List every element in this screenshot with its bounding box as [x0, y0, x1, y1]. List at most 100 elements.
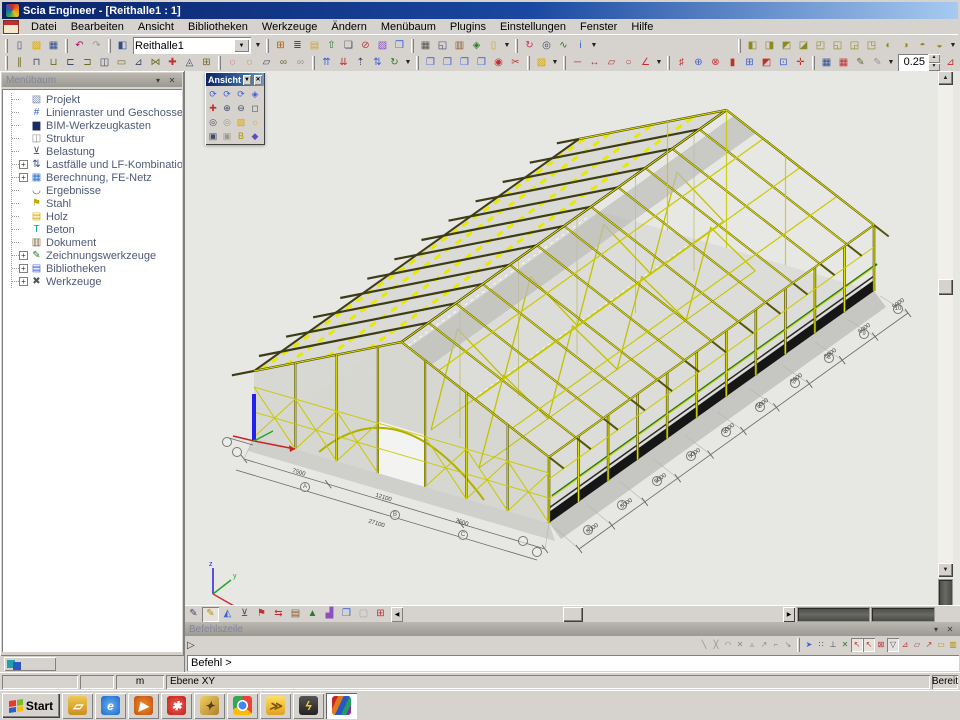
snap-arc-icon[interactable]: ◠: [722, 638, 734, 652]
link-icon[interactable]: ∞: [275, 55, 292, 71]
opening-tool-icon[interactable]: ▭: [113, 55, 130, 71]
tree-item-stahl[interactable]: + ⚑ Stahl: [12, 197, 182, 210]
combo-dropdown-icon[interactable]: ▼: [234, 39, 249, 52]
wall-tool-icon[interactable]: ◫: [96, 55, 113, 71]
view-preset-icon[interactable]: ◳: [863, 38, 880, 54]
cursor-snap-icon[interactable]: ➤: [803, 638, 815, 652]
node-snap-icon[interactable]: ✛: [792, 55, 809, 71]
node-snap-icon[interactable]: ⊞: [741, 55, 758, 71]
node-snap-icon[interactable]: ♯: [673, 55, 690, 71]
expand-icon[interactable]: +: [19, 160, 28, 169]
zoom-selection-icon[interactable]: ◎: [206, 115, 220, 129]
window-icon[interactable]: ❒: [391, 38, 408, 54]
view-preset-icon[interactable]: ◰: [812, 38, 829, 54]
close-icon[interactable]: ✕: [944, 624, 956, 635]
view-preset-icon[interactable]: ◪: [795, 38, 812, 54]
snap-tri-icon[interactable]: ▵: [746, 638, 758, 652]
snap-line-icon[interactable]: ╲: [698, 638, 710, 652]
snap-corner-icon[interactable]: ⌐: [770, 638, 782, 652]
hand-app-icon[interactable]: ✱: [161, 693, 192, 719]
ortho-icon[interactable]: ⊥: [827, 638, 839, 652]
terrain-icon[interactable]: ▲: [304, 607, 321, 622]
zoom-out-icon[interactable]: ⊖: [234, 101, 248, 115]
dimension-tool-icon[interactable]: ↔: [586, 55, 603, 71]
toolbar-dropdown-icon[interactable]: ▼: [948, 38, 958, 54]
clipboard-icon[interactable]: ❏: [340, 38, 357, 54]
export-icon[interactable]: ⇧: [323, 38, 340, 54]
menubaum-tab[interactable]: [4, 657, 56, 671]
save-icon[interactable]: ▦: [45, 38, 62, 54]
cross-link-icon[interactable]: ✚: [164, 55, 181, 71]
tree-item-dokument[interactable]: + ▥ Dokument: [12, 236, 182, 249]
view-preset-icon[interactable]: ◑: [897, 38, 914, 54]
view-preset-icon[interactable]: ◒: [931, 38, 948, 54]
view-slider-horizontal[interactable]: [798, 608, 869, 621]
dimension-display-icon[interactable]: ⇆: [270, 607, 287, 622]
view-slider-horizontal[interactable]: [872, 608, 934, 621]
grid-tool-icon[interactable]: ⊞: [198, 55, 215, 71]
tangent-snap-icon[interactable]: ⊿: [899, 638, 911, 652]
haunch-tool-icon[interactable]: ⊿: [130, 55, 147, 71]
snap-x-icon[interactable]: ✕: [734, 638, 746, 652]
save-view-icon[interactable]: ▦: [818, 55, 835, 71]
undo-icon[interactable]: ↶: [71, 38, 88, 54]
scale-spinner-left[interactable]: 0.25 ▲▼: [898, 54, 940, 71]
close-icon[interactable]: ✕: [166, 75, 178, 86]
picture-gallery-icon[interactable]: ▥: [451, 38, 468, 54]
winamp-icon[interactable]: ϟ: [293, 693, 324, 719]
toolbar-dropdown-icon[interactable]: ▼: [654, 55, 664, 71]
toolbar-grip[interactable]: [218, 56, 221, 70]
scale-value-left[interactable]: 0.25: [898, 54, 928, 71]
tree-item-lastfaelle[interactable]: + ⇅ Lastfälle und LF-Kombinationen: [12, 158, 182, 171]
toolbar-dropdown-icon[interactable]: ▼: [502, 38, 512, 54]
toolbar-dropdown-icon[interactable]: ▼: [886, 55, 896, 71]
lasso-icon[interactable]: ◌: [224, 55, 241, 71]
wireframe-icon[interactable]: ✎: [185, 607, 202, 622]
copy-icon[interactable]: ⇡: [352, 55, 369, 71]
menu-fenster[interactable]: Fenster: [573, 20, 624, 34]
view-preset-icon[interactable]: ◲: [846, 38, 863, 54]
messenger-icon[interactable]: ≫: [260, 693, 291, 719]
tree-item-holz[interactable]: + ▤ Holz: [12, 210, 182, 223]
annotate2-icon[interactable]: ✎: [869, 55, 886, 71]
snap-point-icon[interactable]: ✕: [839, 638, 851, 652]
rotate-icon[interactable]: ↻: [386, 55, 403, 71]
node-snap-icon[interactable]: ⊕: [690, 55, 707, 71]
angle-tool-icon[interactable]: ∠: [637, 55, 654, 71]
tree-item-bim[interactable]: + ▆ BIM-Werkzeugkasten: [12, 119, 182, 132]
open-project-icon[interactable]: ▨: [533, 55, 550, 71]
lasso2-icon[interactable]: ◌: [241, 55, 258, 71]
menu-aendern[interactable]: Ändern: [324, 20, 373, 34]
toolbar-dropdown-icon[interactable]: ▼: [253, 38, 263, 54]
menu-ansicht[interactable]: Ansicht: [131, 20, 181, 34]
toolbar-grip[interactable]: [108, 39, 111, 53]
model-3d-view[interactable]: zyx: [185, 71, 936, 605]
light-icon[interactable]: ☼: [248, 115, 262, 129]
redo-icon[interactable]: ↷: [88, 38, 105, 54]
camera2-icon[interactable]: ▣: [220, 129, 234, 143]
render-icon[interactable]: B: [234, 129, 248, 143]
toolbar-dropdown-icon[interactable]: ▼: [550, 55, 560, 71]
toolbar-dropdown-icon[interactable]: ▼: [589, 38, 599, 54]
window-view-icon[interactable]: ❐: [473, 55, 490, 71]
ruler-icon[interactable]: ▭: [935, 638, 947, 652]
toolbar-grip[interactable]: [5, 56, 8, 70]
scroll-up-icon[interactable]: ▲: [938, 71, 953, 85]
beam-tool-icon[interactable]: ⊓: [28, 55, 45, 71]
view-rotate-icon[interactable]: ⟳: [206, 87, 220, 101]
zoom-all-icon[interactable]: ◎: [220, 115, 234, 129]
toolbar-grip[interactable]: [65, 39, 68, 53]
scroll-right-icon[interactable]: ▶: [783, 607, 795, 622]
arbitrary-beam-icon[interactable]: ⋈: [147, 55, 164, 71]
polygon-tool-icon[interactable]: ▱: [603, 55, 620, 71]
perspective-icon[interactable]: ◆: [248, 129, 262, 143]
games-icon[interactable]: ✦: [194, 693, 225, 719]
model-viewport[interactable]: zyx ▲ ▼ ✎✎◭⊻⚑⇆▤▲▟❒▢⊞ ◀ ▶: [184, 71, 960, 622]
menu-bearbeiten[interactable]: Bearbeiten: [64, 20, 131, 34]
move-down-icon[interactable]: ⇊: [335, 55, 352, 71]
view-rotate-icon[interactable]: ⟳: [234, 87, 248, 101]
toolbar-grip[interactable]: [515, 39, 518, 53]
expand-icon[interactable]: +: [19, 251, 28, 260]
ansicht-toolbar-header[interactable]: Ansicht ▼ ✕: [206, 73, 264, 86]
intersection-snap-icon[interactable]: ⊠: [875, 638, 887, 652]
